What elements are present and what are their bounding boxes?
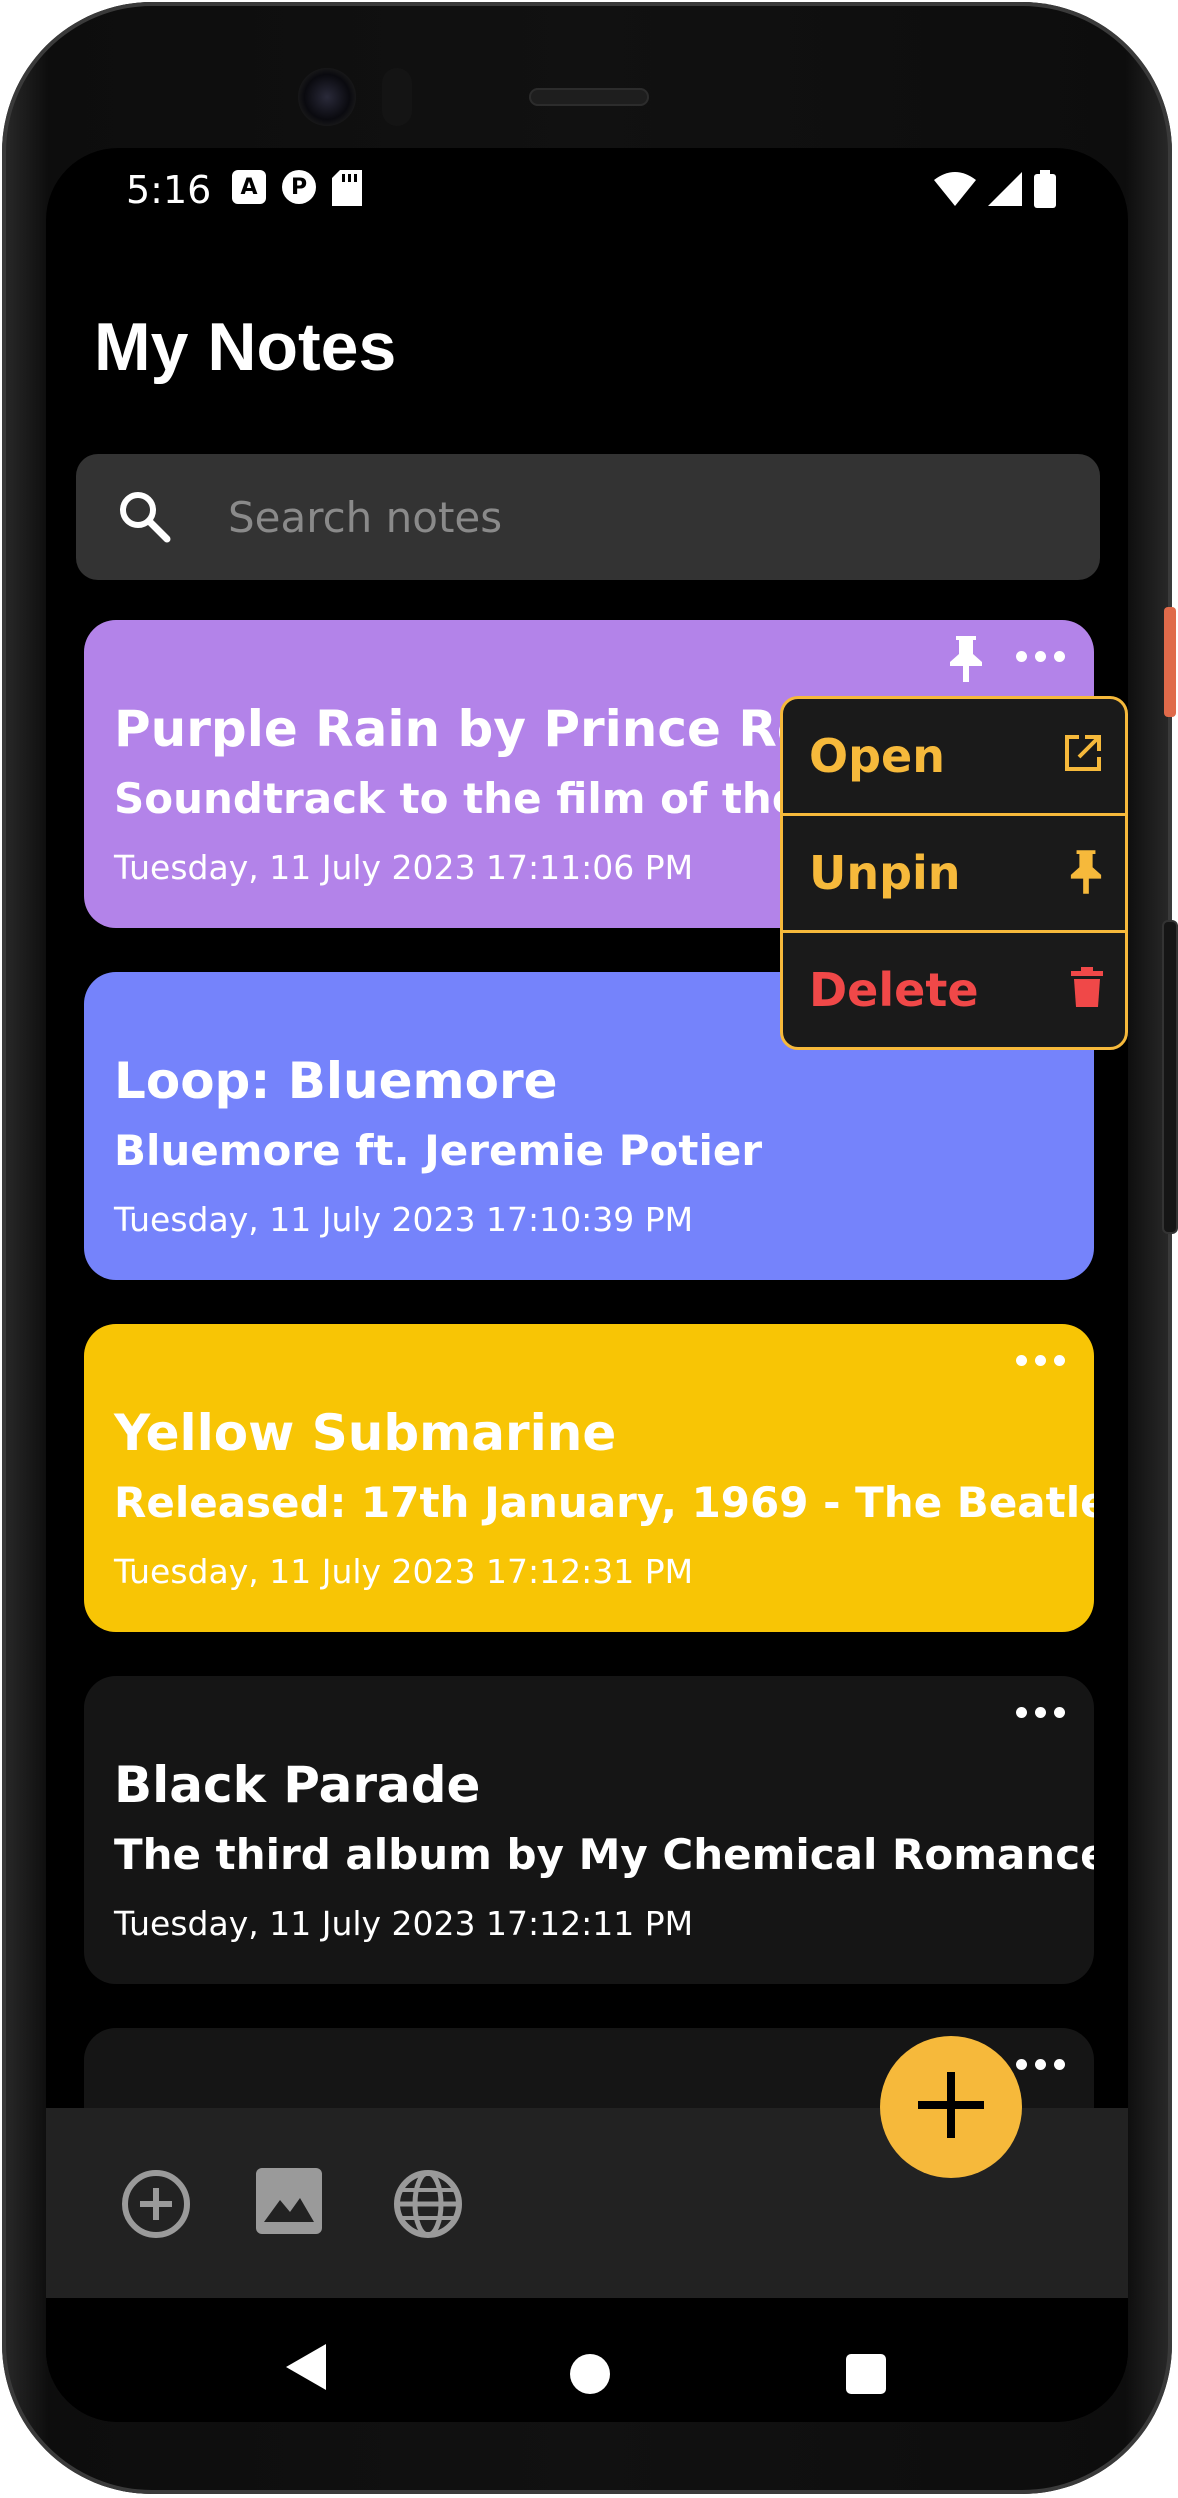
search-bar[interactable]: [76, 454, 1100, 580]
plus-icon: [918, 2072, 984, 2142]
system-nav-bar: [46, 2298, 1128, 2422]
earpiece-speaker: [529, 88, 649, 106]
note-subtitle: Released: 17th January, 1969 - The Beatl…: [114, 1478, 1094, 1527]
image-icon[interactable]: [256, 2168, 322, 2238]
search-input[interactable]: [226, 480, 1066, 554]
more-options-icon[interactable]: [1012, 644, 1068, 668]
note-card[interactable]: Yellow Submarine Released: 17th January,…: [84, 1324, 1094, 1632]
menu-item-label: Delete: [809, 963, 979, 1017]
note-card[interactable]: Black Parade The third album by My Chemi…: [84, 1676, 1094, 1984]
more-options-icon[interactable]: [1012, 1348, 1068, 1372]
status-icons-left: A P: [232, 170, 362, 210]
battery-icon: [1034, 170, 1056, 212]
add-note-fab[interactable]: [880, 2036, 1022, 2178]
status-icons-right: [934, 170, 1056, 212]
status-time: 5:16: [126, 168, 212, 212]
p-icon: P: [282, 170, 316, 204]
search-icon: [116, 488, 172, 548]
menu-item-label: Open: [809, 729, 945, 783]
a-icon: A: [232, 170, 266, 204]
note-title: Black Parade: [114, 1756, 481, 1814]
open-external-icon: [1063, 733, 1103, 777]
context-menu: Open Unpin Delete: [780, 696, 1128, 1050]
note-title: Loop: Bluemore: [114, 1052, 558, 1110]
screen: 5:16 A P My Notes Search notes Purple Ra…: [46, 148, 1128, 2422]
globe-icon[interactable]: [392, 2168, 464, 2244]
note-date: Tuesday, 11 July 2023 17:12:11 PM: [114, 1904, 694, 1943]
phone-frame: 5:16 A P My Notes Search notes Purple Ra…: [2, 2, 1176, 2494]
power-button: [1164, 607, 1176, 717]
menu-item-open[interactable]: Open: [783, 699, 1125, 816]
note-date: Tuesday, 11 July 2023 17:10:39 PM: [114, 1200, 694, 1239]
more-options-icon[interactable]: [1012, 1700, 1068, 1724]
proximity-sensor: [382, 68, 412, 126]
menu-item-label: Unpin: [809, 846, 961, 900]
page-title: My Notes: [94, 309, 397, 385]
signal-icon: [988, 172, 1022, 210]
add-circle-icon[interactable]: [120, 2168, 192, 2244]
home-icon[interactable]: [570, 2354, 610, 2394]
front-camera: [298, 68, 356, 126]
trash-icon: [1071, 967, 1103, 1011]
pin-icon: [1069, 850, 1103, 898]
note-date: Tuesday, 11 July 2023 17:12:31 PM: [114, 1552, 694, 1591]
sd-card-icon: [332, 170, 362, 210]
note-subtitle: The third album by My Chemical Romance: [114, 1830, 1094, 1879]
recents-icon[interactable]: [846, 2354, 886, 2394]
menu-item-unpin[interactable]: Unpin: [783, 816, 1125, 933]
volume-button: [1164, 922, 1176, 1232]
note-date: Tuesday, 11 July 2023 17:11:06 PM: [114, 848, 694, 887]
wifi-icon: [934, 172, 976, 210]
back-icon[interactable]: [286, 2344, 326, 2394]
note-subtitle: Bluemore ft. Jeremie Potier: [114, 1126, 763, 1175]
note-title: Yellow Submarine: [114, 1404, 617, 1462]
more-options-icon[interactable]: [1012, 2052, 1068, 2076]
pin-icon: [948, 636, 984, 686]
menu-item-delete[interactable]: Delete: [783, 933, 1125, 1047]
